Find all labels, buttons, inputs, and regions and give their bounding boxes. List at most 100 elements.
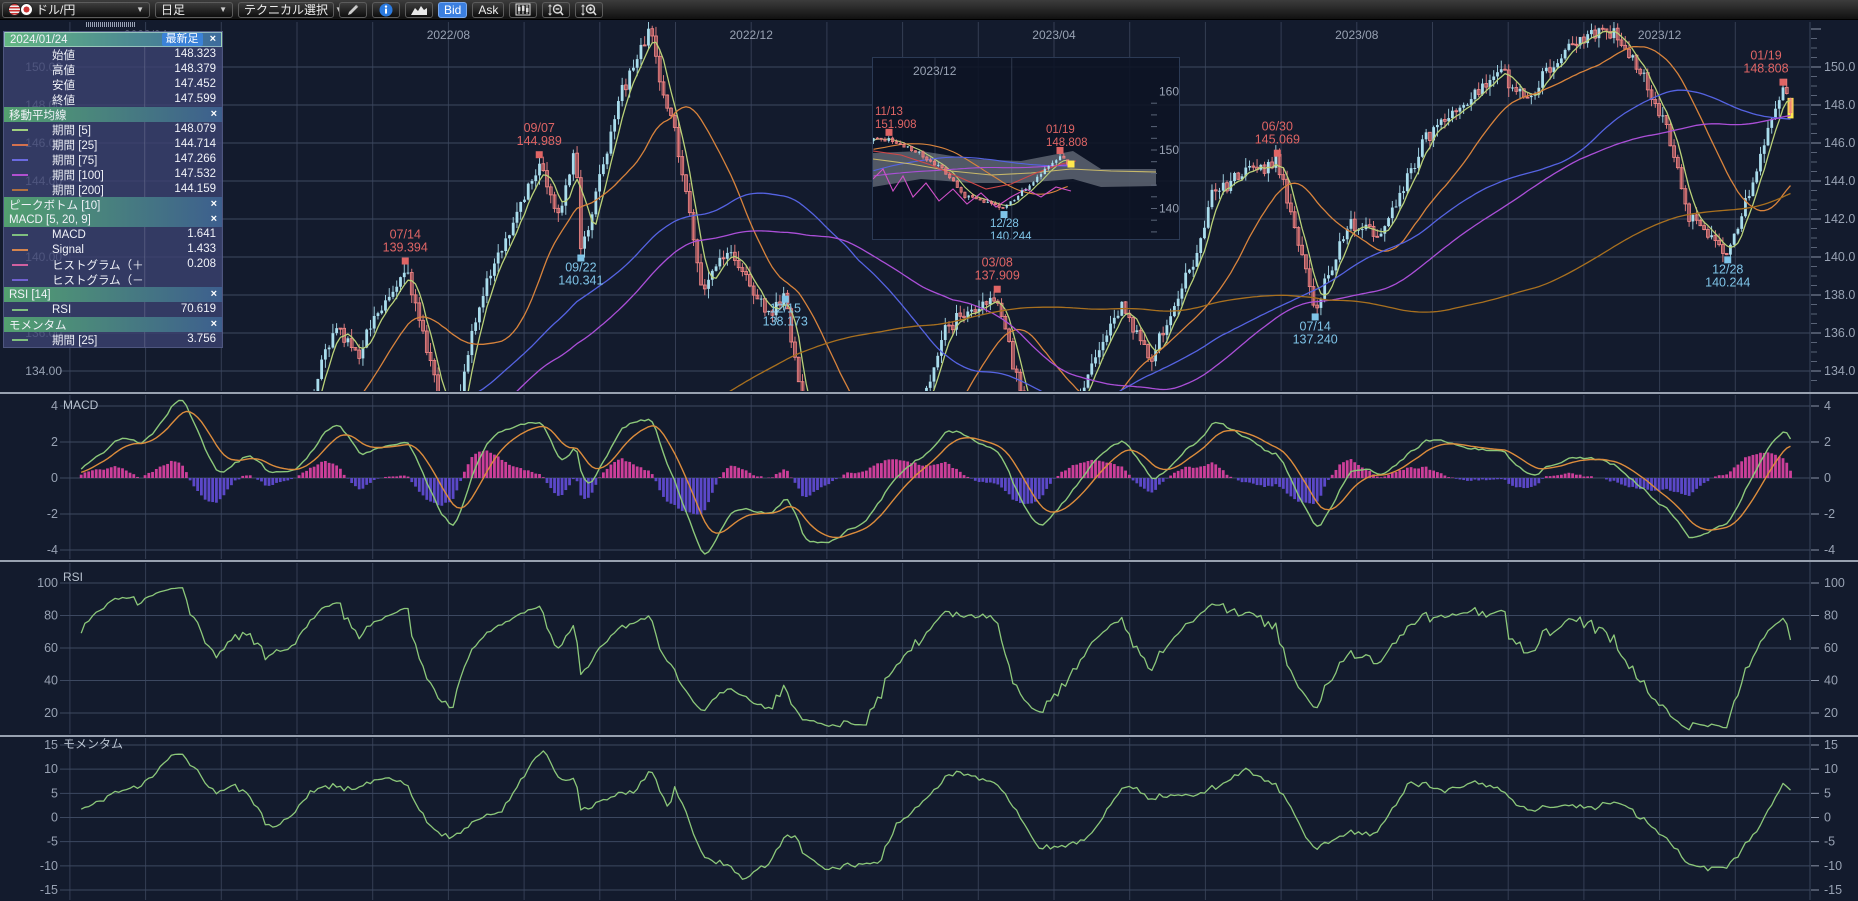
- price-axis-label: 134.0: [1824, 364, 1855, 378]
- svg-text:10: 10: [1824, 762, 1838, 776]
- area-chart-button[interactable]: [405, 2, 433, 18]
- momentum-pane-title: モメンタム: [63, 737, 123, 751]
- annotation-date: 03/08: [982, 256, 1013, 270]
- annotation-date: 07/14: [390, 228, 421, 242]
- svg-text:0: 0: [51, 471, 58, 485]
- ma-row: 期間 [100]147.532: [4, 167, 222, 182]
- range-scrollbar[interactable]: [86, 22, 136, 27]
- close-icon[interactable]: ×: [211, 197, 217, 212]
- svg-text:-15: -15: [1824, 883, 1842, 897]
- candlestick-chart-button[interactable]: [509, 2, 537, 18]
- annotation-price: 148.808: [1046, 137, 1088, 149]
- annotation-date: 09/22: [565, 261, 596, 275]
- annotation-price: 148.808: [1743, 62, 1788, 76]
- annotation-date: 07/14: [1300, 319, 1331, 333]
- date-axis-label: 2022/08: [427, 28, 471, 42]
- svg-text:100: 100: [37, 576, 58, 590]
- rsi-row: RSI70.619: [4, 302, 222, 317]
- timeframe-dropdown[interactable]: 日足 ▼: [155, 2, 233, 18]
- info-icon: [379, 3, 393, 17]
- price-axis-label: 138.0: [1824, 288, 1855, 302]
- svg-text:5: 5: [1824, 786, 1831, 800]
- ma-row: 期間 [200]144.159: [4, 182, 222, 197]
- svg-text:-10: -10: [1824, 859, 1842, 873]
- close-icon[interactable]: ×: [211, 107, 217, 122]
- date-axis-label: 2023/08: [1335, 28, 1379, 42]
- price-axis-label: 148.0: [1824, 98, 1855, 112]
- momentum-section-header: モメンタム ×: [4, 317, 222, 332]
- inset-axis-label: 150.: [1159, 143, 1179, 157]
- annotation-date: 06/30: [1262, 120, 1293, 134]
- svg-text:20: 20: [1824, 706, 1838, 720]
- pane-separator: [0, 392, 1858, 394]
- svg-text:100: 100: [1824, 576, 1845, 590]
- annotation-price: 144.989: [517, 134, 562, 148]
- macd-row: Signal1.433: [4, 242, 222, 257]
- annotation-price: 140.244: [1705, 275, 1750, 289]
- annotation-date: 12/28: [990, 218, 1019, 230]
- rsi-pane: [81, 588, 1790, 730]
- macd-row: ヒストグラム（＋）0.208: [4, 257, 222, 272]
- close-icon[interactable]: ×: [211, 287, 217, 302]
- current-date: 2024/01/24: [10, 34, 68, 46]
- info-button[interactable]: [372, 2, 400, 18]
- current-price-marker: [1068, 161, 1075, 168]
- peak-marker: [402, 258, 409, 265]
- annotation-date: 09/07: [524, 121, 555, 135]
- chevron-down-icon: ▼: [136, 5, 144, 14]
- line-swatch: [12, 189, 28, 191]
- price-axis-label: 150.0: [1824, 60, 1855, 74]
- zoom-out-button[interactable]: [542, 2, 570, 18]
- close-icon[interactable]: ×: [210, 32, 216, 47]
- zoom-out-icon: [547, 3, 565, 17]
- svg-text:-15: -15: [40, 883, 58, 897]
- inset-axis-label: 160.: [1159, 85, 1179, 99]
- date-axis-label: 2023/12: [1638, 28, 1682, 42]
- svg-text:40: 40: [1824, 674, 1838, 688]
- price-axis-label: 140.0: [1824, 250, 1855, 264]
- annotation-date: 01/19: [1046, 124, 1075, 136]
- annotation-date: 12/28: [1712, 262, 1743, 276]
- macd-pane-title: MACD: [63, 398, 99, 412]
- svg-text:-5: -5: [47, 835, 58, 849]
- annotation-price: 138.173: [763, 315, 808, 329]
- annotation-price: 137.909: [975, 269, 1020, 283]
- line-swatch: [12, 144, 28, 146]
- price-axis-label: 136.0: [1824, 326, 1855, 340]
- pair-dropdown[interactable]: ドル/円 ▼: [2, 2, 150, 18]
- pane-separator: [0, 735, 1858, 737]
- ask-toggle[interactable]: Ask: [472, 2, 504, 18]
- svg-text:20: 20: [44, 706, 58, 720]
- macd-pane: [80, 401, 1792, 555]
- ma-row: 期間 [25]144.714: [4, 137, 222, 152]
- close-icon[interactable]: ×: [211, 212, 217, 227]
- annotation-price: 151.908: [875, 119, 917, 131]
- annotation-date: 01/19: [1750, 49, 1781, 63]
- price-axis-label: 146.0: [1824, 136, 1855, 150]
- inset-chart-svg: 2023/1211/13151.90801/19148.80812/28140.…: [873, 58, 1179, 239]
- svg-text:40: 40: [44, 674, 58, 688]
- momentum-pane: [81, 751, 1790, 879]
- momentum-row: 期間 [25]3.756: [4, 332, 222, 347]
- ohlc-row: 安値147.452: [4, 77, 222, 92]
- svg-text:60: 60: [44, 641, 58, 655]
- svg-text:5: 5: [51, 786, 58, 800]
- pane-separator: [0, 560, 1858, 562]
- mountain-icon: [411, 4, 427, 16]
- svg-text:-4: -4: [1824, 543, 1835, 557]
- close-icon[interactable]: ×: [211, 317, 217, 332]
- bid-toggle[interactable]: Bid: [438, 2, 467, 18]
- latest-bar-button[interactable]: 最新足: [162, 33, 203, 46]
- draw-pencil-button[interactable]: [339, 2, 367, 18]
- inset-chart[interactable]: 2023/1211/13151.90801/19148.80812/28140.…: [872, 57, 1180, 240]
- rsi-section-header: RSI [14] ×: [4, 287, 222, 302]
- svg-text:15: 15: [1824, 738, 1838, 752]
- zoom-in-button[interactable]: [575, 2, 603, 18]
- ask-label: Ask: [478, 3, 498, 17]
- macd-section-header: MACD [5, 20, 9] ×: [4, 212, 222, 227]
- technical-select-dropdown[interactable]: テクニカル選択 ▼: [238, 2, 334, 18]
- svg-text:4: 4: [1824, 399, 1831, 413]
- panel-date-header: 2024/01/24 最新足 ×: [4, 32, 222, 47]
- line-swatch: [12, 339, 28, 341]
- ohlc-row: 始値148.323: [4, 47, 222, 62]
